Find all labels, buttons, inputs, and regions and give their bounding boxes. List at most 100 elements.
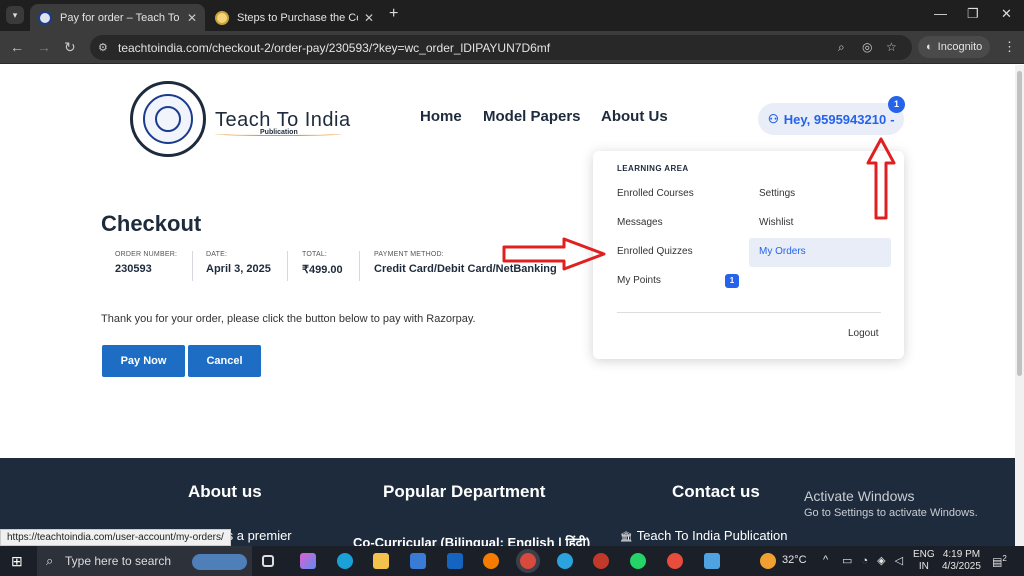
- windows-taskbar: ⊞ ⌕ Type here to search 32°C ^ ▭ ◔ ◈ ◁ E…: [0, 546, 1024, 576]
- eye-off-icon[interactable]: ◎: [862, 40, 872, 54]
- outlook-icon[interactable]: [447, 553, 463, 569]
- temperature[interactable]: 32°C: [782, 554, 807, 566]
- chrome-incognito-icon[interactable]: [520, 553, 536, 569]
- order-date-block: DATE: April 3, 2025: [206, 251, 288, 281]
- browser-menu-icon[interactable]: ⋮: [1003, 39, 1016, 55]
- menu-item-messages[interactable]: Messages: [617, 217, 663, 228]
- thanks-message: Thank you for your order, please click t…: [101, 313, 476, 325]
- site-info-icon[interactable]: ⚙: [98, 41, 108, 54]
- store-icon[interactable]: [410, 553, 426, 569]
- tray-icons[interactable]: ▭ ◔ ◈ ◁: [842, 554, 906, 567]
- url-bar[interactable]: ⚙ teachtoindia.com/checkout-2/order-pay/…: [90, 35, 912, 60]
- chakra-icon: [155, 106, 181, 132]
- close-tab-icon[interactable]: ✕: [364, 11, 374, 25]
- site-favicon-icon: [38, 10, 52, 25]
- order-total-block: TOTAL: ₹499.00: [302, 251, 360, 281]
- user-greeting: Hey, 9595943210: [783, 111, 887, 127]
- minimize-icon[interactable]: —: [934, 6, 947, 21]
- annotation-arrow-right: [502, 237, 606, 271]
- browser-tab-bar: ▾ Pay for order – Teach To India ✕ Steps…: [0, 0, 1024, 31]
- building-icon: 🏛: [620, 532, 633, 543]
- order-total-value: ₹499.00: [302, 264, 343, 276]
- zoom-icon[interactable]: ⌕: [838, 40, 845, 55]
- bookmark-star-icon[interactable]: ☆: [886, 40, 897, 54]
- menu-divider: [617, 312, 881, 313]
- order-date-value: April 3, 2025: [206, 263, 271, 275]
- clock-time: 4:19 PM: [942, 549, 981, 560]
- user-dropdown-menu: LEARNING AREA Enrolled Courses Messages …: [593, 151, 904, 359]
- chrome-icon[interactable]: [667, 553, 683, 569]
- footer-heading-about: About us: [188, 482, 262, 501]
- language-indicator[interactable]: ENG IN: [913, 549, 935, 573]
- page-title: Checkout: [101, 211, 202, 236]
- notification-badge: 1: [888, 96, 905, 113]
- url-text: teachtoindia.com/checkout-2/order-pay/23…: [118, 40, 551, 55]
- site-logo[interactable]: [130, 81, 206, 157]
- telegram-icon[interactable]: [557, 553, 573, 569]
- whatsapp-icon[interactable]: [630, 553, 646, 569]
- weather-icon[interactable]: [760, 553, 776, 569]
- restore-icon[interactable]: ❐: [967, 6, 979, 22]
- language-code: ENG: [913, 549, 935, 560]
- contact-name: Teach To India Publication: [636, 528, 788, 543]
- menu-item-my-orders[interactable]: My Orders: [759, 246, 806, 257]
- search-placeholder: Type here to search: [65, 554, 172, 568]
- web-page: Teach To India Publication Home Model Pa…: [0, 65, 1024, 546]
- notifications-icon[interactable]: ▤2: [992, 554, 1007, 569]
- menu-item-my-points[interactable]: My Points: [617, 275, 661, 286]
- nav-about-us[interactable]: About Us: [601, 108, 668, 125]
- incognito-icon: ◐: [926, 41, 933, 53]
- order-date-label: DATE:: [206, 251, 228, 258]
- menu-item-settings[interactable]: Settings: [759, 188, 795, 199]
- order-number-block: ORDER NUMBER: 230593: [115, 251, 193, 281]
- clock[interactable]: 4:19 PM 4/3/2025: [942, 549, 981, 573]
- reload-icon[interactable]: ↻: [64, 39, 76, 56]
- brand-subtitle: Publication: [260, 129, 298, 136]
- annotation-arrow-up: [866, 137, 896, 220]
- footer-heading-department: Popular Department: [383, 482, 546, 501]
- back-icon[interactable]: ←: [10, 39, 24, 55]
- menu-item-wishlist[interactable]: Wishlist: [759, 217, 793, 228]
- whale-graphic-icon: [192, 554, 247, 570]
- dropdown-section-title: LEARNING AREA: [617, 164, 689, 173]
- tab-steps-purchase[interactable]: Steps to Purchase the Course - ✕: [207, 4, 382, 31]
- order-number-value: 230593: [115, 263, 152, 275]
- loading-favicon-icon: [215, 10, 229, 25]
- nav-home[interactable]: Home: [420, 108, 462, 125]
- nav-model-papers[interactable]: Model Papers: [483, 108, 581, 125]
- footer-dept-link[interactable]: Co-Curricular (Bilingual: English | हिंद…: [353, 533, 590, 546]
- pay-now-button[interactable]: Pay Now: [102, 345, 185, 377]
- menu-item-enrolled-quizzes[interactable]: Enrolled Quizzes: [617, 246, 693, 257]
- notification-count: 2: [1002, 554, 1007, 563]
- copilot-icon[interactable]: [300, 553, 316, 569]
- order-number-label: ORDER NUMBER:: [115, 251, 178, 258]
- page-scrollbar[interactable]: [1015, 65, 1024, 546]
- tab-pay-for-order[interactable]: Pay for order – Teach To India ✕: [30, 4, 205, 31]
- photos-icon[interactable]: [704, 553, 720, 569]
- file-explorer-icon[interactable]: [373, 553, 389, 569]
- app-icon[interactable]: [593, 553, 609, 569]
- incognito-label: Incognito: [937, 41, 983, 53]
- tray-chevron-icon[interactable]: ^: [823, 554, 828, 566]
- cancel-button[interactable]: Cancel: [188, 345, 261, 377]
- tab-search-button[interactable]: ▾: [6, 6, 24, 24]
- menu-item-logout[interactable]: Logout: [848, 328, 879, 339]
- task-view-icon[interactable]: [262, 555, 274, 567]
- address-toolbar: ← → ↻ ⚙ teachtoindia.com/checkout-2/orde…: [0, 31, 1024, 64]
- close-tab-icon[interactable]: ✕: [187, 11, 197, 25]
- user-icon: ⚇: [768, 112, 779, 126]
- menu-item-enrolled-courses[interactable]: Enrolled Courses: [617, 188, 694, 199]
- forward-icon[interactable]: →: [37, 39, 51, 55]
- user-menu-button[interactable]: ⚇ Hey, 9595943210 -: [758, 103, 904, 135]
- incognito-badge[interactable]: ◐ Incognito: [918, 36, 991, 58]
- clock-date: 4/3/2025: [942, 561, 981, 572]
- edge-icon[interactable]: [337, 553, 353, 569]
- region-code: IN: [918, 561, 929, 572]
- firefox-icon[interactable]: [483, 553, 499, 569]
- tab-title: Pay for order – Teach To India: [60, 11, 181, 24]
- close-window-icon[interactable]: ✕: [1001, 6, 1012, 22]
- new-tab-icon[interactable]: +: [389, 5, 398, 23]
- windows-start-icon[interactable]: ⊞: [11, 553, 23, 570]
- taskbar-search-box[interactable]: ⌕ Type here to search: [37, 546, 252, 576]
- scrollbar-thumb[interactable]: [1017, 71, 1022, 376]
